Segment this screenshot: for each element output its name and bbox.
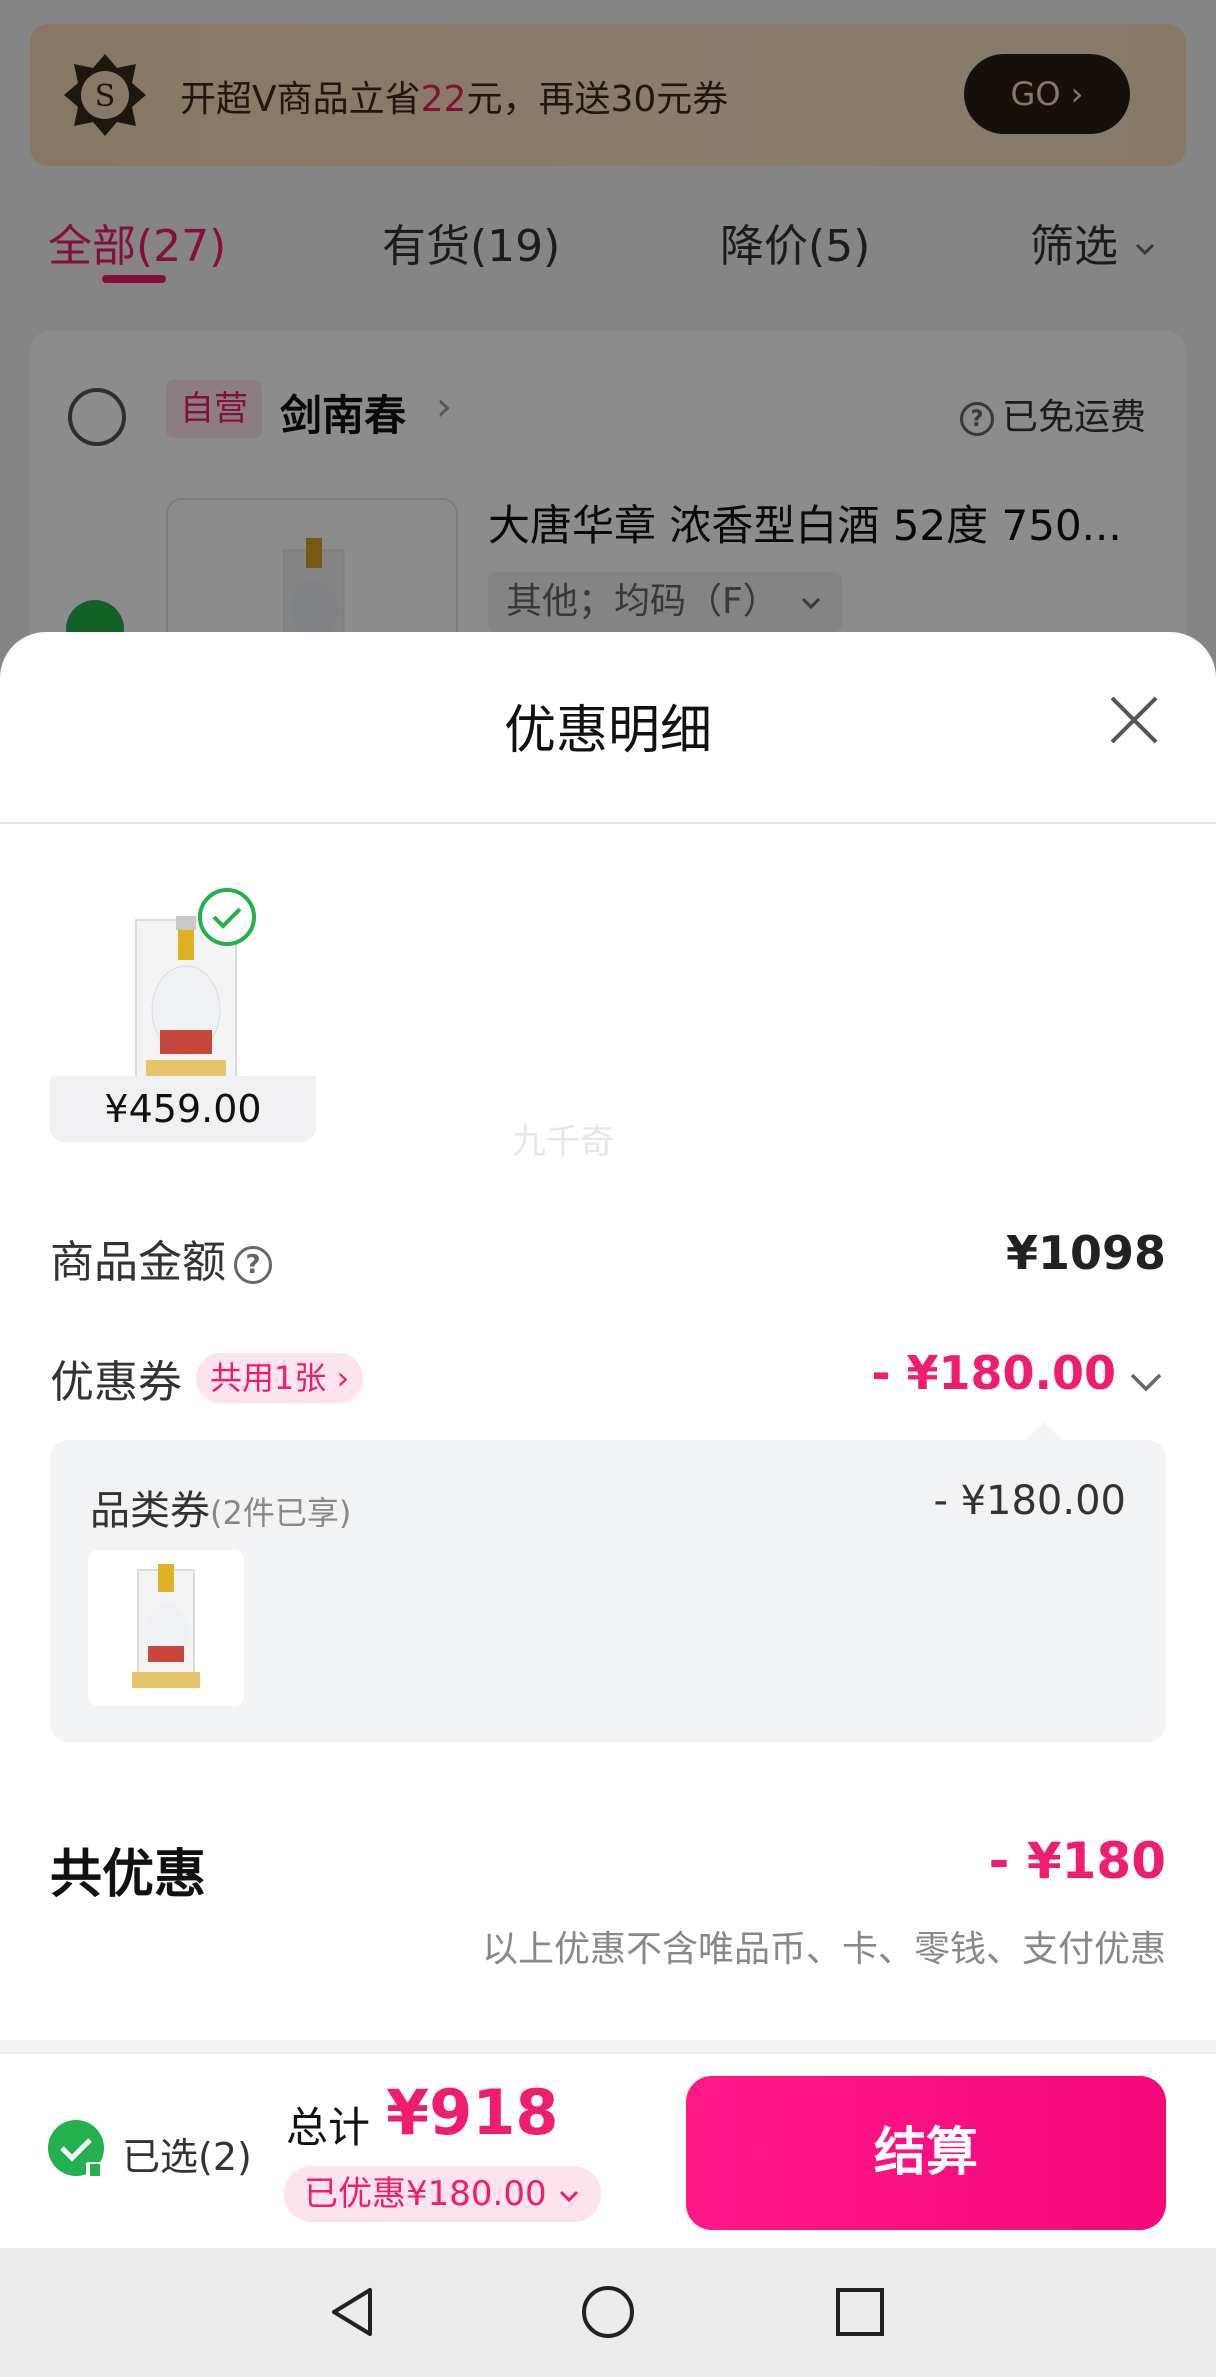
total-discount-label: 共优惠 <box>50 1845 207 1905</box>
coupon-count-chip[interactable]: 共用1张 › <box>196 1353 364 1403</box>
coupon-detail-value: - ¥180.00 <box>933 1478 1126 1524</box>
coupon-name: 品类券(2件已享) <box>90 1478 351 1536</box>
coupon-product-thumbnail[interactable] <box>88 1550 244 1706</box>
coupon-row[interactable]: 优惠券 共用1张 › <box>50 1346 364 1410</box>
discounted-item-card[interactable]: ¥459.00 <box>50 880 316 1142</box>
coupon-detail-panel: 品类券(2件已享) - ¥180.00 <box>50 1440 1166 1742</box>
checkout-bar: 已选(2) 总计 ¥918 已优惠¥180.00 结算 <box>0 2052 1216 2248</box>
help-circle-icon[interactable]: ? <box>234 1246 272 1284</box>
selected-count[interactable]: 已选(2) <box>122 2126 252 2181</box>
coupon-usage-note: (2件已享) <box>210 1494 352 1532</box>
panel-pointer <box>1024 1422 1064 1442</box>
coupon-label: 优惠券 <box>50 1357 182 1408</box>
watermark: 九千奇 <box>512 1122 614 1162</box>
chevron-down-icon[interactable] <box>1126 1362 1166 1402</box>
bottle-image <box>132 1564 200 1688</box>
item-price: ¥459.00 <box>50 1076 316 1142</box>
saved-amount-chip[interactable]: 已优惠¥180.00 <box>284 2166 602 2222</box>
nav-home-icon[interactable] <box>578 2282 638 2342</box>
close-icon[interactable] <box>1102 688 1166 752</box>
chevron-down-icon <box>560 2190 579 2202</box>
total-price: ¥918 <box>386 2076 559 2149</box>
discount-detail-sheet: 优惠明细 ¥459.00 九千奇 商品金额? ¥1098 优惠券 共用1张 › -… <box>0 632 1216 2252</box>
select-all-check-icon[interactable] <box>46 2118 112 2184</box>
total-discount-value: - ¥180 <box>988 1832 1166 1890</box>
saved-amount-label: 已优惠¥180.00 <box>304 2174 547 2214</box>
total-label: 总计 <box>286 2103 371 2152</box>
sheet-title: 优惠明细 <box>503 701 712 761</box>
divider <box>0 822 1216 824</box>
goods-amount-label: 商品金额 <box>50 1237 226 1288</box>
discount-exclusion-note: 以上优惠不含唯品币、卡、零钱、支付优惠 <box>481 1929 1166 1970</box>
coupon-type-label: 品类券 <box>90 1488 210 1534</box>
nav-back-icon[interactable] <box>324 2282 384 2342</box>
system-navigation-bar <box>0 2248 1216 2377</box>
checkout-button[interactable]: 结算 <box>686 2076 1166 2230</box>
modal-backdrop[interactable] <box>0 0 1216 700</box>
goods-amount-value: ¥1098 <box>1005 1226 1166 1280</box>
divider <box>0 2040 1216 2052</box>
nav-recents-icon[interactable] <box>830 2282 890 2342</box>
goods-amount-row: 商品金额? <box>50 1226 272 1290</box>
check-circle-icon <box>198 888 256 946</box>
coupon-discount-value[interactable]: - ¥180.00 <box>871 1346 1116 1400</box>
